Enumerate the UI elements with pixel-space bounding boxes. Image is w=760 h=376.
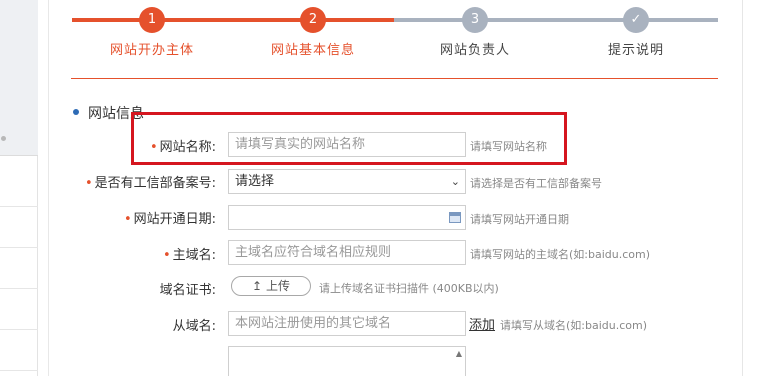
icp-label: • 是否有工信部备案号: bbox=[84, 176, 216, 191]
main-domain-label: • 主域名: bbox=[162, 248, 216, 263]
upload-button[interactable]: ↥ 上传 bbox=[231, 276, 311, 296]
scroll-up-icon[interactable]: ▲ bbox=[456, 349, 462, 358]
section-divider bbox=[71, 78, 718, 79]
icp-hint: 请选择是否有工信部备案号 bbox=[470, 177, 602, 190]
calendar-icon[interactable] bbox=[449, 212, 461, 223]
icp-select[interactable]: 请选择 ⌄ bbox=[228, 169, 466, 194]
step-4-label: 提示说明 bbox=[607, 43, 665, 58]
sidebar-item[interactable] bbox=[0, 166, 38, 207]
progress-track-completed bbox=[72, 18, 394, 22]
sub-domain-label: 从域名: bbox=[172, 319, 216, 334]
step-2-circle: 2 bbox=[300, 7, 326, 33]
open-date-label: • 网站开通日期: bbox=[123, 212, 216, 227]
main-right-border bbox=[742, 0, 743, 376]
highlight-box bbox=[131, 112, 567, 165]
domain-cert-label: 域名证书: bbox=[159, 283, 216, 298]
domain-list-textarea[interactable]: ▲ bbox=[228, 346, 466, 376]
chevron-down-icon: ⌄ bbox=[450, 175, 460, 188]
main-domain-input[interactable]: 主域名应符合域名相应规则 bbox=[228, 240, 466, 265]
sidebar-item[interactable] bbox=[0, 330, 38, 371]
step-3-label: 网站负责人 bbox=[439, 43, 511, 58]
open-date-hint: 请填写网站开通日期 bbox=[470, 213, 569, 226]
upload-icon: ↥ bbox=[252, 279, 263, 293]
sidebar-header-panel bbox=[0, 0, 38, 156]
left-sidebar bbox=[0, 0, 38, 376]
open-date-input[interactable] bbox=[228, 205, 466, 230]
main-left-border bbox=[48, 0, 49, 376]
sub-domain-hint: 请填写从域名(如:baidu.com) bbox=[500, 319, 648, 332]
sidebar-bullet-icon bbox=[1, 136, 6, 141]
section-bullet-icon bbox=[73, 109, 79, 115]
domain-cert-hint: 请上传域名证书扫描件 (400KB以内) bbox=[319, 282, 499, 295]
icp-select-value: 请选择 bbox=[235, 174, 275, 189]
step-1-circle: 1 bbox=[139, 7, 165, 33]
step-2-label: 网站基本信息 bbox=[270, 43, 356, 58]
progress-track-remaining bbox=[394, 18, 718, 22]
add-domain-link[interactable]: 添加 bbox=[469, 314, 495, 333]
check-icon: ✓ bbox=[623, 7, 649, 33]
sidebar-item[interactable] bbox=[0, 289, 38, 330]
main-domain-hint: 请填写网站的主域名(如:baidu.com) bbox=[470, 248, 651, 261]
sidebar-item[interactable] bbox=[0, 207, 38, 248]
sub-domain-input[interactable]: 本网站注册使用的其它域名 bbox=[228, 311, 466, 336]
sidebar-item[interactable] bbox=[0, 248, 38, 289]
step-3-circle: 3 bbox=[462, 7, 488, 33]
step-1-label: 网站开办主体 bbox=[109, 43, 195, 58]
